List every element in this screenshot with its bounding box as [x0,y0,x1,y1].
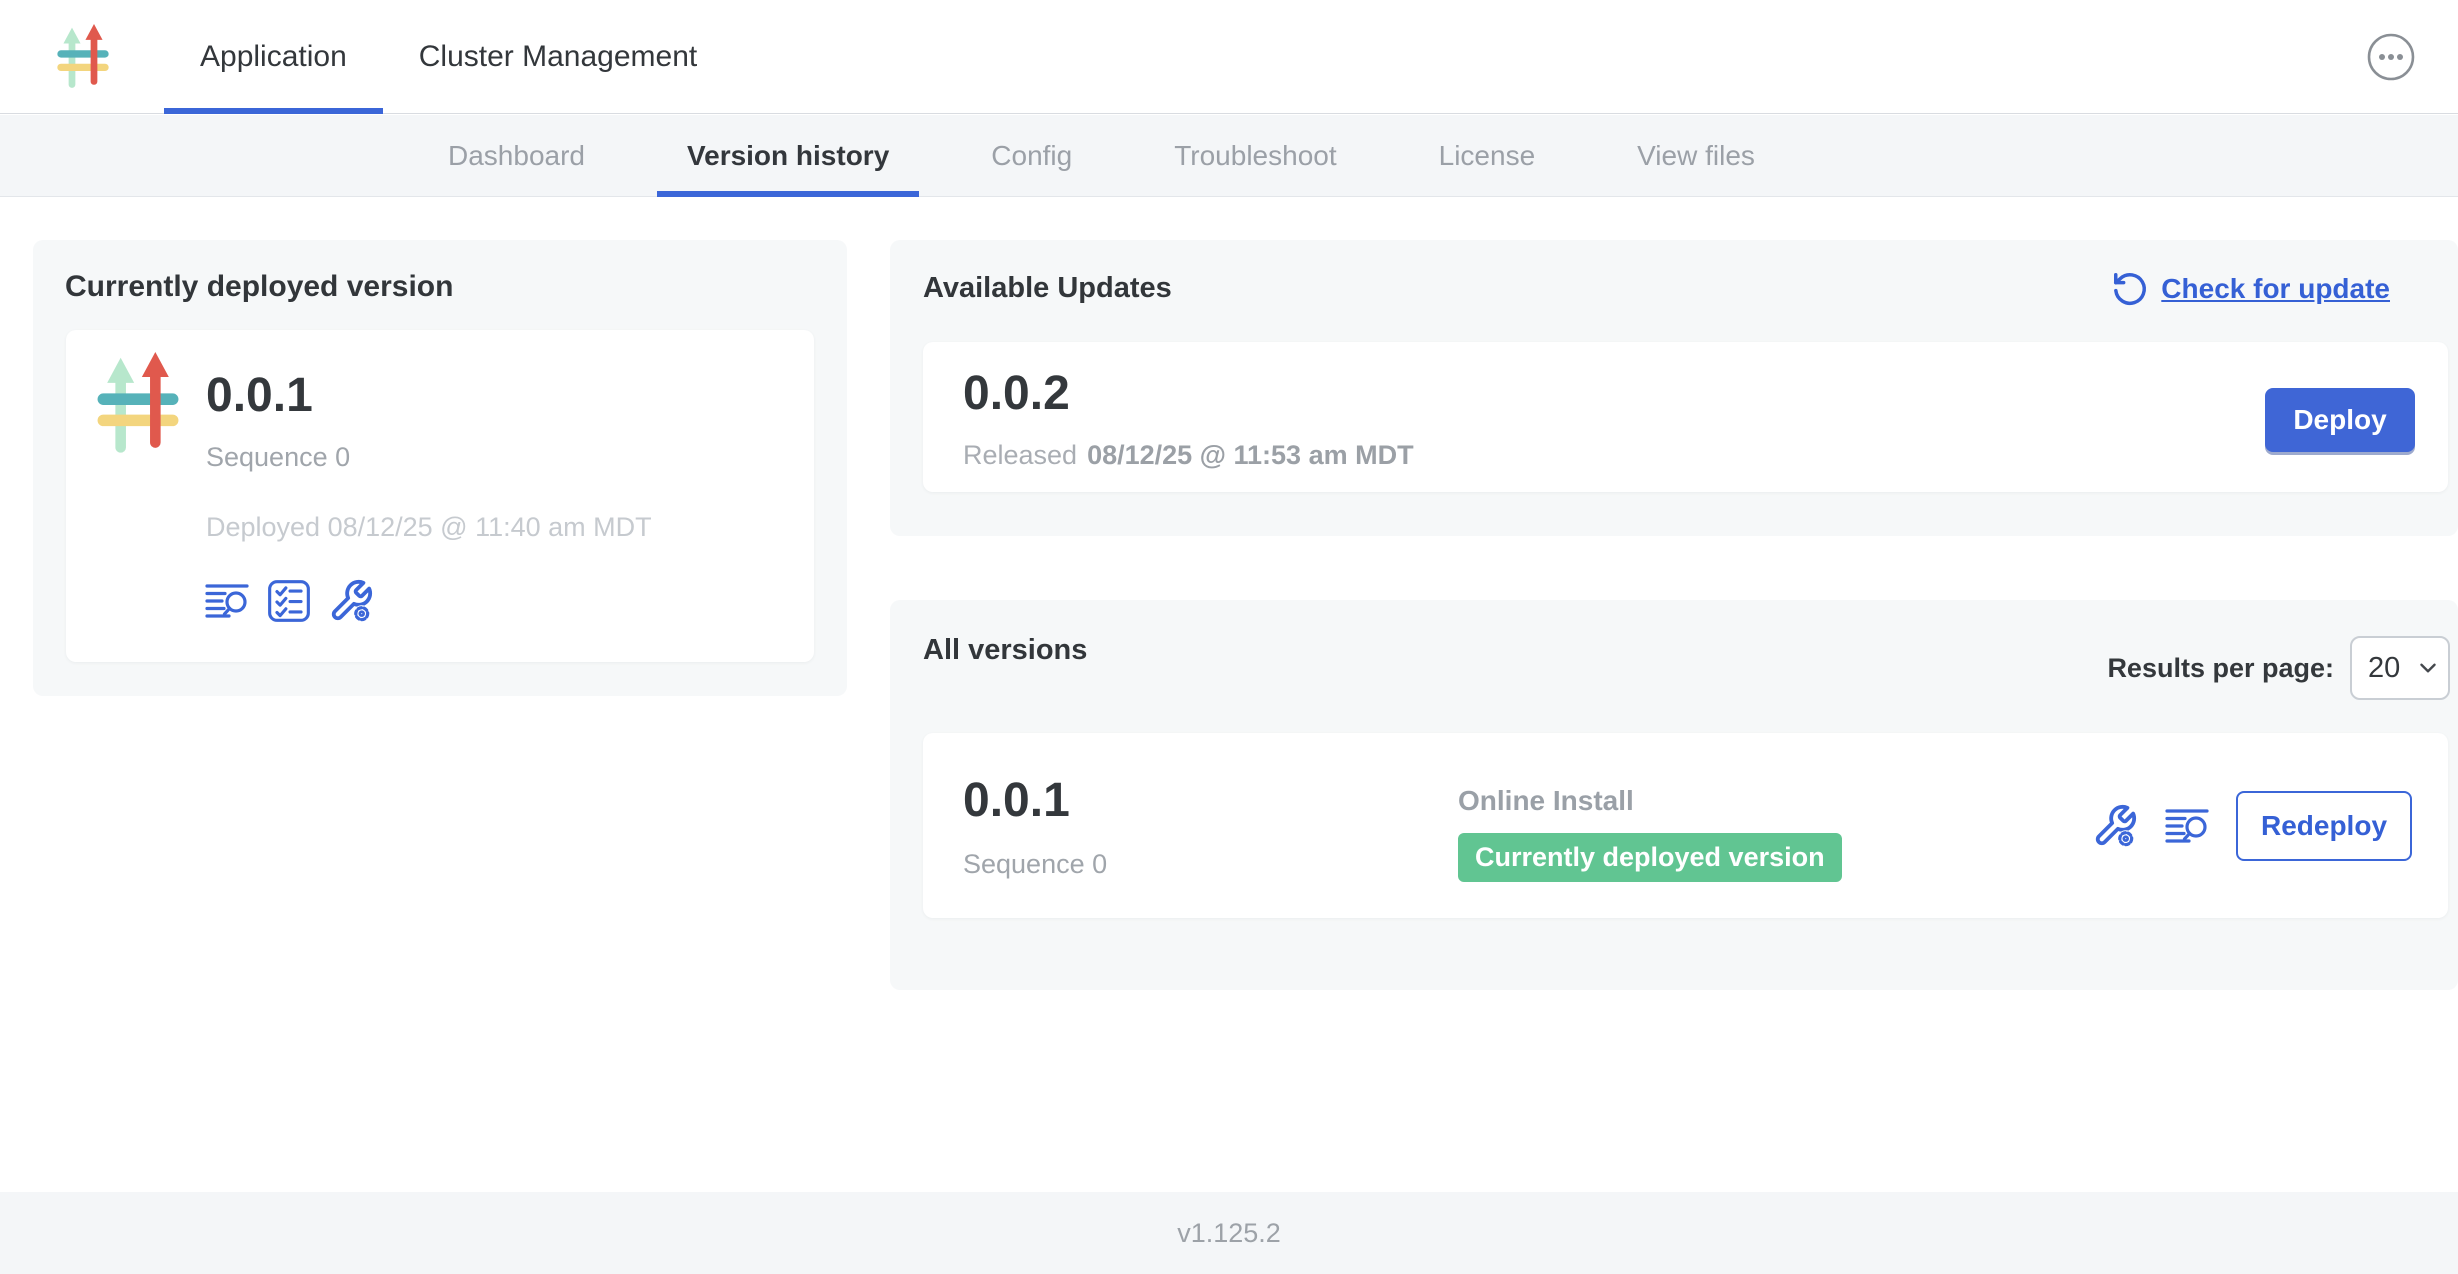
check-for-update-link[interactable]: Check for update [2111,270,2390,308]
subnav-tab-dashboard-label: Dashboard [448,140,585,172]
update-released-line: Released 08/12/25 @ 11:53 am MDT [963,440,1414,471]
deploy-logs-icon [2164,803,2210,849]
currently-deployed-badge: Currently deployed version [1458,833,1842,882]
subnav-tab-troubleshoot[interactable]: Troubleshoot [1144,115,1366,196]
row-deploy-logs-button[interactable] [2164,803,2210,849]
results-per-page-select[interactable]: 20 [2350,636,2450,700]
released-date: 08/12/25 @ 11:53 am MDT [1087,440,1414,470]
config-icon [328,578,374,624]
header-tab-bar: Application Cluster Management [164,0,733,113]
deployed-version-panel: 0.0.1 Sequence 0 Deployed 08/12/25 @ 11:… [66,330,814,662]
deployed-timestamp: Deployed 08/12/25 @ 11:40 am MDT [206,512,652,543]
results-per-page-select-wrap: 20 [2350,636,2450,700]
currently-deployed-card: Currently deployed version 0.0.1 Sequenc… [33,240,847,696]
subnav-tab-dashboard[interactable]: Dashboard [418,115,615,196]
redeploy-button[interactable]: Redeploy [2236,791,2412,861]
subnav-tab-license-label: License [1439,140,1536,172]
deploy-logs-button[interactable] [204,578,250,624]
deployed-sequence: Sequence 0 [206,442,350,473]
available-updates-title: Available Updates [923,272,1172,305]
row-sequence: Sequence 0 [963,849,1107,880]
subnav-tab-view-files[interactable]: View files [1607,115,1785,196]
subnav-tab-version-history[interactable]: Version history [657,115,919,196]
deploy-logs-icon [204,578,250,624]
subnav-tab-view-files-label: View files [1637,140,1755,172]
results-per-page-label: Results per page: [2107,653,2334,684]
config-icon [2092,803,2138,849]
subnav-tab-config[interactable]: Config [961,115,1102,196]
subnav-tab-license[interactable]: License [1409,115,1566,196]
row-actions: Redeploy [2092,791,2412,861]
preflight-checks-button[interactable] [266,578,312,624]
all-versions-title: All versions [923,634,1087,667]
console-version: v1.125.2 [1177,1218,1281,1249]
row-edit-config-button[interactable] [2092,803,2138,849]
available-updates-card: Available Updates Check for update 0.0.2… [890,240,2458,536]
app-logo-icon [56,24,110,90]
subnav-tab-version-history-label: Version history [687,140,889,172]
top-header: Application Cluster Management [0,0,2458,114]
released-prefix: Released [963,440,1077,470]
install-type-label: Online Install [1458,785,1634,817]
subnav-tab-config-label: Config [991,140,1072,172]
refresh-icon [2111,270,2149,308]
update-version-number: 0.0.2 [963,366,1070,422]
overflow-menu-button[interactable] [2366,32,2416,82]
check-for-update-label: Check for update [2161,273,2390,305]
subnav-tab-troubleshoot-label: Troubleshoot [1174,140,1336,172]
footer-bar: v1.125.2 [0,1192,2458,1274]
tab-application-label: Application [200,40,347,74]
app-subnav: Dashboard Version history Config Trouble… [0,115,2458,197]
all-versions-card: All versions Results per page: 20 0.0.1 … [890,600,2458,990]
deploy-button[interactable]: Deploy [2265,388,2415,452]
tab-cluster-management[interactable]: Cluster Management [383,0,733,113]
edit-config-button[interactable] [328,578,374,624]
ellipsis-menu-icon [2366,32,2416,82]
tab-cluster-management-label: Cluster Management [419,40,697,74]
version-row: 0.0.1 Sequence 0 Online Install Currentl… [923,733,2448,918]
tab-application[interactable]: Application [164,0,383,113]
deployed-version-number: 0.0.1 [206,368,313,424]
row-middle-info: Online Install Currently deployed versio… [1458,785,1842,882]
update-row: 0.0.2 Released 08/12/25 @ 11:53 am MDT De… [923,342,2448,492]
app-logo-icon [94,352,182,456]
preflight-checks-icon [266,578,312,624]
deployed-actions [204,578,374,624]
results-per-page-control: Results per page: 20 [2107,636,2450,700]
row-version-number: 0.0.1 [963,773,1070,829]
currently-deployed-title: Currently deployed version [65,270,453,304]
